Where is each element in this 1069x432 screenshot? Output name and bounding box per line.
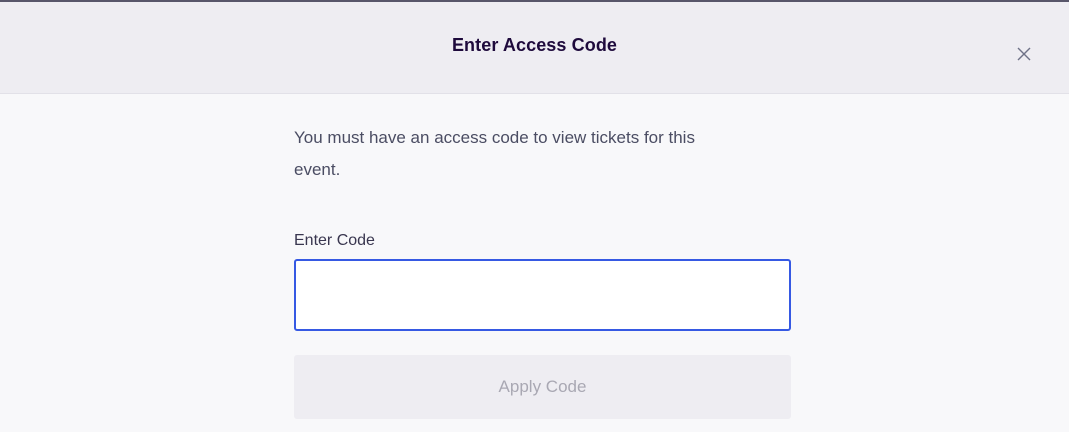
access-code-message: You must have an access code to view tic… [294, 128, 695, 179]
dialog-body: You must have an access code to view tic… [294, 122, 791, 419]
access-code-input[interactable] [294, 259, 791, 331]
code-field-label: Enter Code [294, 232, 375, 249]
close-icon [1016, 46, 1032, 62]
access-code-dialog: Enter Access Code You must have an acces… [0, 0, 1069, 432]
close-button[interactable] [1010, 40, 1038, 68]
apply-code-button[interactable]: Apply Code [294, 355, 791, 419]
dialog-title: Enter Access Code [451, 35, 618, 55]
dialog-header: Enter Access Code [0, 2, 1069, 94]
